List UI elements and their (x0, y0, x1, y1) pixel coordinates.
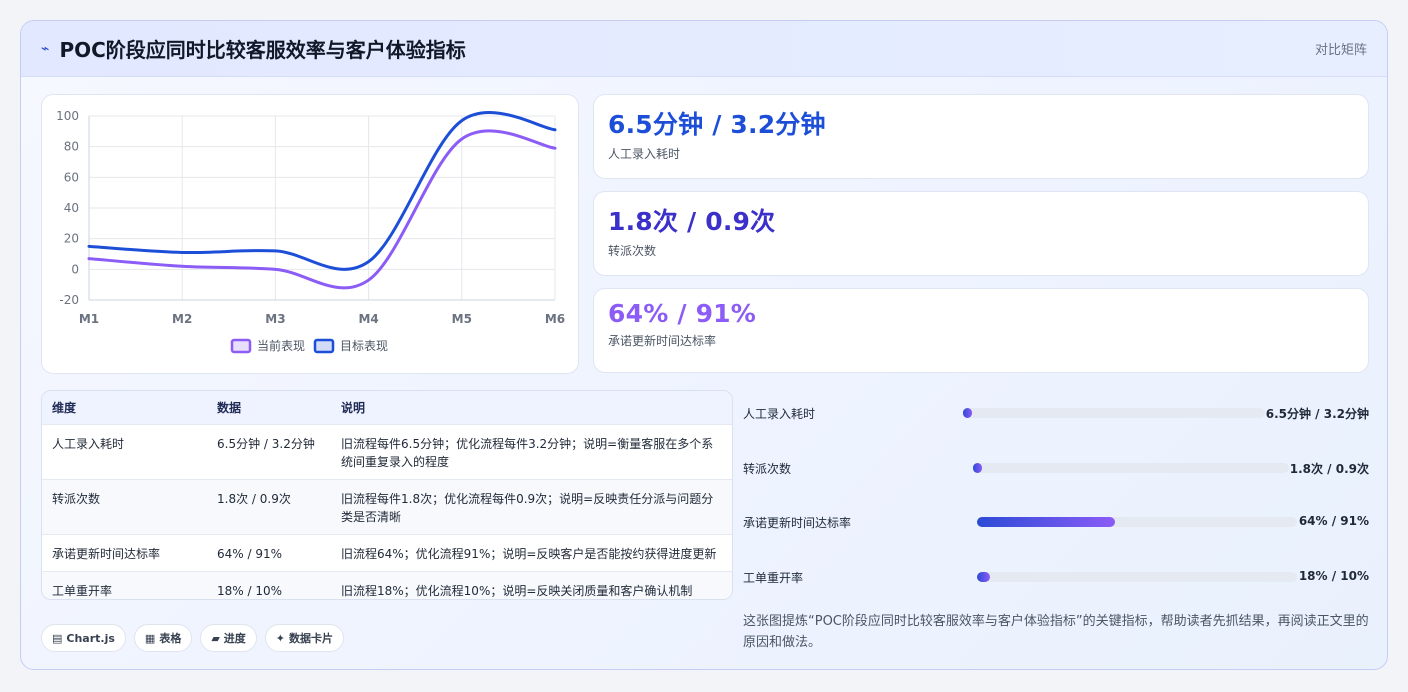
table-cell: 6.5分钟 / 3.2分钟 (207, 423, 331, 479)
line-chart: 100 80 60 40 20 0 -20M1 M2 M3 M4 M5 M6 当前表现 目标表现 (56, 109, 565, 354)
table-cell: 旧流程18%；优化流程10%；说明=反映关闭质量和客户确认机制 (331, 570, 732, 599)
progress-row: 工单重开率 18% / 10% (743, 567, 1369, 587)
chip-group: ▤ Chart.js ▦ 表格 ▰ 进度 ✦ 数据卡片 (41, 624, 345, 652)
y-tick-label: 100 (56, 109, 79, 123)
dashboard-frame: ⌁ POC阶段应同时比较客服效率与客户体验指标 对比矩阵 100 80 60 40 20… (20, 20, 1388, 670)
legend-swatch (230, 338, 252, 354)
y-tick-label: 80 (64, 140, 79, 154)
progress-label: 人工录入耗时 (743, 407, 816, 421)
table-cell: 旧流程每件6.5分钟；优化流程每件3.2分钟；说明=衡量客服在多个系统间重复录入… (331, 423, 732, 479)
progress-value: 64% / 91% (1298, 514, 1369, 528)
comparison-table: 维度 数据 说明 人工录入耗时 6.5分钟 / 3.2分钟 旧流程每件6.5分钟… (42, 391, 732, 599)
title-group: ⌁ POC阶段应同时比较客服效率与客户体验指标 (41, 34, 466, 63)
legend-label: 目标表现 (340, 339, 388, 353)
chip-table[interactable]: ▦ 表格 (133, 624, 193, 652)
stat-card-transfers: 1.8次 / 0.9次 转派次数 (593, 191, 1369, 276)
page-title: POC阶段应同时比较客服效率与客户体验指标 (59, 38, 466, 62)
column-header: 说明 (341, 400, 366, 415)
progress-fill (977, 517, 1115, 527)
table-cell: 人工录入耗时 (42, 423, 207, 479)
table-cell: 转派次数 (42, 478, 207, 534)
x-tick-label: M3 (265, 312, 285, 326)
progress-label: 工单重开率 (743, 571, 804, 585)
y-tick-label: 60 (64, 170, 79, 184)
stat-value: 6.5分钟 / 3.2分钟 (608, 110, 826, 139)
progress-label: 承诺更新时间达标率 (743, 516, 852, 530)
y-tick-label: 0 (71, 262, 79, 276)
chip-progress[interactable]: ▰ 进度 (200, 624, 257, 652)
header: ⌁ POC阶段应同时比较客服效率与客户体验指标 对比矩阵 (21, 21, 1387, 77)
series-line-2 (87, 111, 557, 271)
chip-chartjs[interactable]: ▤ Chart.js (41, 624, 126, 652)
table-cell: 18% / 10% (207, 570, 331, 599)
progress-track (963, 408, 1265, 418)
table-cell: 工单重开率 (42, 570, 207, 599)
chip-label: 数据卡片 (289, 632, 334, 645)
chip-label: 表格 (159, 632, 182, 645)
table-row: 人工录入耗时 6.5分钟 / 3.2分钟 旧流程每件6.5分钟；优化流程每件3.… (42, 423, 732, 479)
progress-value: 6.5分钟 / 3.2分钟 (1265, 407, 1369, 421)
progress-value: 18% / 10% (1298, 569, 1369, 583)
legend-swatch (313, 338, 335, 354)
sparkle-icon: ✦ (275, 631, 286, 645)
trend-icon: ⌁ (41, 40, 50, 57)
column-header: 数据 (217, 400, 242, 415)
progress-fill (977, 572, 990, 582)
progress-row: 承诺更新时间达标率 64% / 91% (743, 512, 1369, 532)
progress-row: 转派次数 1.8次 / 0.9次 (743, 458, 1369, 478)
column-header: 维度 (52, 400, 77, 415)
stat-value: 1.8次 / 0.9次 (608, 207, 776, 236)
progress-row: 人工录入耗时 6.5分钟 / 3.2分钟 (743, 403, 1369, 423)
line-chart-card: 100 80 60 40 20 0 -20 M1 M2 M3 M4 M5 M6 当前表现 目标表现 (41, 94, 579, 374)
chip-label: Chart.js (66, 631, 115, 645)
table-icon: ▦ (144, 631, 156, 645)
progress-track (977, 517, 1297, 527)
comparison-table-card: 维度 数据 说明 人工录入耗时 6.5分钟 / 3.2分钟 旧流程每件6.5分钟… (41, 390, 733, 600)
y-tick-label: 20 (64, 232, 79, 246)
table-header-row: 维度 数据 说明 (42, 391, 732, 424)
y-tick-label: 40 (64, 201, 79, 215)
stat-label: 转派次数 (608, 244, 657, 258)
y-tick-label: -20 (59, 293, 79, 307)
table-row: 承诺更新时间达标率 64% / 91% 旧流程64%；优化流程91%；说明=反映… (42, 533, 732, 571)
summary-text: 这张图提炼“POC阶段应同时比较客服效率与客户体验指标”的关键指标，帮助读者先抓… (743, 614, 1369, 650)
stat-value: 64% / 91% (608, 299, 757, 328)
table-row: 工单重开率 18% / 10% 旧流程18%；优化流程10%；说明=反映关闭质量… (42, 570, 732, 599)
table-cell: 承诺更新时间达标率 (42, 533, 207, 571)
table-cell: 64% / 91% (207, 533, 331, 571)
table-cell: 旧流程每件1.8次；优化流程每件0.9次；说明=反映责任分派与问题分类是否清晰 (331, 478, 732, 534)
table-cell: 旧流程64%；优化流程91%；说明=反映客户是否能按约获得进度更新 (331, 533, 732, 571)
chart-icon: ▤ (52, 631, 63, 645)
x-tick-label: M2 (172, 312, 192, 326)
table-cell: 1.8次 / 0.9次 (207, 478, 331, 534)
stat-label: 承诺更新时间达标率 (608, 334, 717, 348)
progress-icon: ▰ (211, 631, 220, 645)
progress-fill (963, 408, 973, 418)
header-right-label: 对比矩阵 (1314, 43, 1367, 58)
progress-track (977, 572, 1297, 582)
chip-data-card[interactable]: ✦ 数据卡片 (264, 624, 345, 652)
stat-card-on-time-rate: 64% / 91% 承诺更新时间达标率 (593, 288, 1369, 373)
progress-fill (973, 463, 983, 473)
x-tick-label: M4 (358, 312, 378, 326)
progress-track (973, 463, 1289, 473)
progress-label: 转派次数 (743, 462, 792, 476)
chip-label: 进度 (223, 632, 246, 645)
stat-label: 人工录入耗时 (608, 147, 681, 161)
x-tick-label: M6 (545, 312, 565, 326)
x-tick-label: M5 (452, 312, 472, 326)
table-row: 转派次数 1.8次 / 0.9次 旧流程每件1.8次；优化流程每件0.9次；说明… (42, 478, 732, 534)
x-tick-label: M1 (79, 312, 99, 326)
progress-value: 1.8次 / 0.9次 (1289, 462, 1369, 476)
legend-label: 当前表现 (257, 338, 305, 353)
stat-card-entry-time: 6.5分钟 / 3.2分钟 人工录入耗时 (593, 94, 1369, 179)
